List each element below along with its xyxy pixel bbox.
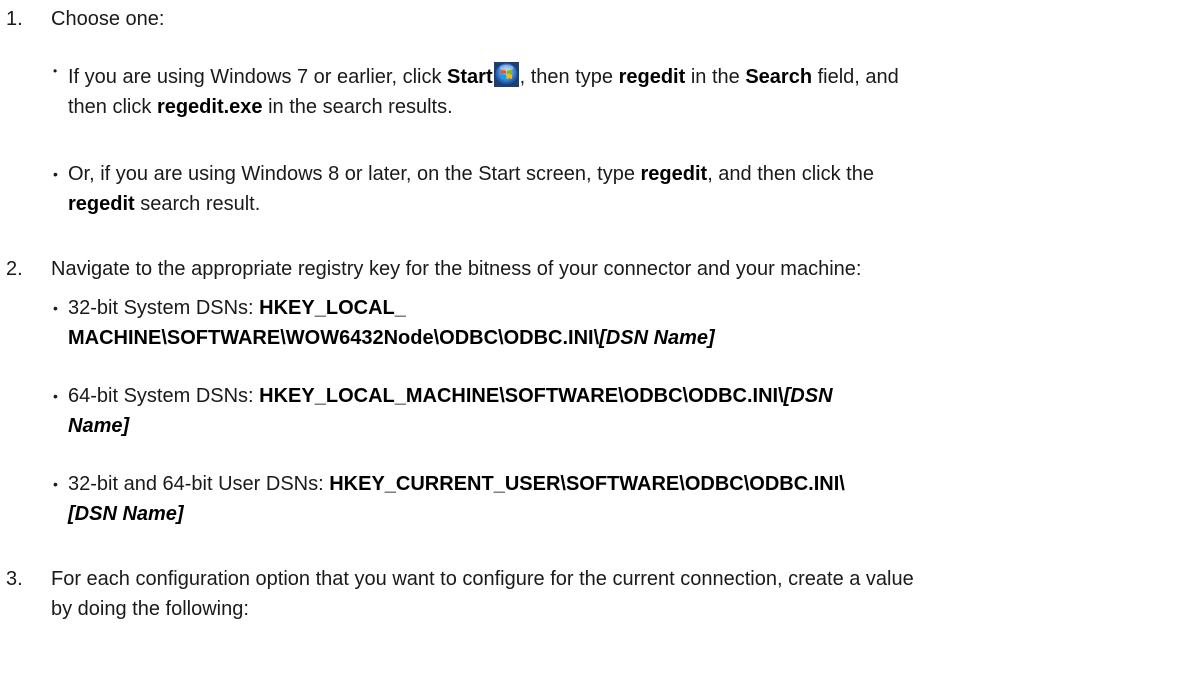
step-line: by doing the following: [51,598,249,620]
dsn-name-placeholder: [DSN Name] [599,327,715,349]
step-2-bullet-32bit-system: • 32-bit System DSNs: HKEY_LOCAL_ MACHIN… [53,293,1173,353]
step-1: 1. Choose one: [6,4,1176,34]
search-keyword: Search [745,66,813,88]
bullet-text: If you are using Windows 7 or earlier, c… [68,62,1173,122]
text-run: , then type [519,66,619,88]
bullet-icon: • [53,166,58,182]
step-line: For each configuration option that you w… [51,568,914,590]
text-run: Or, if you are using Windows 8 or later,… [68,163,641,185]
registry-path: HKEY_LOCAL_ [259,297,406,319]
bullet-line: MACHINE\SOFTWARE\WOW6432Node\ODBC\ODBC.I… [68,323,1173,353]
bullet-line: [DSN Name] [68,499,1173,529]
bullet-text: Or, if you are using Windows 8 or later,… [68,159,1173,219]
bullet-text: 32-bit and 64-bit User DSNs: HKEY_CURREN… [68,469,1173,529]
text-run: field, and [812,66,899,88]
bullet-line: then click regedit.exe in the search res… [68,92,1173,122]
step-2-bullet-64bit-system: • 64-bit System DSNs: HKEY_LOCAL_MACHINE… [53,381,1173,441]
bullet-icon: • [53,64,58,78]
bullet-line: If you are using Windows 7 or earlier, c… [68,62,1173,92]
bullet-icon: • [53,388,58,404]
text-run: 32-bit and 64-bit User DSNs: [68,473,330,495]
bullet-icon: • [53,476,58,492]
regedit-keyword: regedit [640,163,708,185]
step-number: 3. [6,568,23,590]
step-1-bullet-windows7: • If you are using Windows 7 or earlier,… [53,62,1173,122]
step-number: 1. [6,8,23,30]
registry-path: HKEY_LOCAL_MACHINE\SOFTWARE\ODBC\ODBC.IN… [259,385,784,407]
dsn-name-placeholder: [DSN [783,385,833,407]
text-run: , and then click the [707,163,874,185]
step-text: Choose one: [51,8,165,30]
bullet-icon: • [53,300,58,316]
start-label: Start [447,66,493,88]
bullet-line: regedit search result. [68,189,1173,219]
dsn-name-placeholder: Name] [68,415,130,437]
text-run: in the [685,66,746,88]
bullet-line: Or, if you are using Windows 8 or later,… [68,159,1173,189]
step-number: 2. [6,258,23,280]
text-run: in the search results. [262,96,453,118]
step-text: Navigate to the appropriate registry key… [51,258,862,280]
bullet-line: 32-bit System DSNs: HKEY_LOCAL_ [68,293,1173,323]
registry-path: HKEY_CURRENT_USER\SOFTWARE\ODBC\ODBC.INI… [329,473,845,495]
step-2: 2. Navigate to the appropriate registry … [6,254,1176,284]
regedit-keyword: regedit [68,193,135,215]
text-run: If you are using Windows 7 or earlier, c… [68,66,448,88]
step-text: For each configuration option that you w… [51,564,1176,624]
text-run: 64-bit System DSNs: [68,385,260,407]
text-run: 32-bit System DSNs: [68,297,260,319]
registry-path: MACHINE\SOFTWARE\WOW6432Node\ODBC\ODBC.I… [68,327,600,349]
text-run: search result. [134,193,261,215]
bullet-line: 32-bit and 64-bit User DSNs: HKEY_CURREN… [68,469,1173,499]
bullet-line: 64-bit System DSNs: HKEY_LOCAL_MACHINE\S… [68,381,1173,411]
step-3: 3. For each configuration option that yo… [6,564,1176,624]
bullet-line: Name] [68,411,1173,441]
windows-start-orb-icon [493,62,519,87]
step-2-bullet-user-dsns: • 32-bit and 64-bit User DSNs: HKEY_CURR… [53,469,1173,529]
regedit-exe-keyword: regedit.exe [156,96,263,118]
dsn-name-placeholder: [DSN Name] [68,503,184,525]
step-1-bullet-windows8: • Or, if you are using Windows 8 or late… [53,159,1173,219]
text-run: then click [68,96,157,118]
regedit-keyword: regedit [618,66,686,88]
bullet-text: 32-bit System DSNs: HKEY_LOCAL_ MACHINE\… [68,293,1173,353]
bullet-text: 64-bit System DSNs: HKEY_LOCAL_MACHINE\S… [68,381,1173,441]
